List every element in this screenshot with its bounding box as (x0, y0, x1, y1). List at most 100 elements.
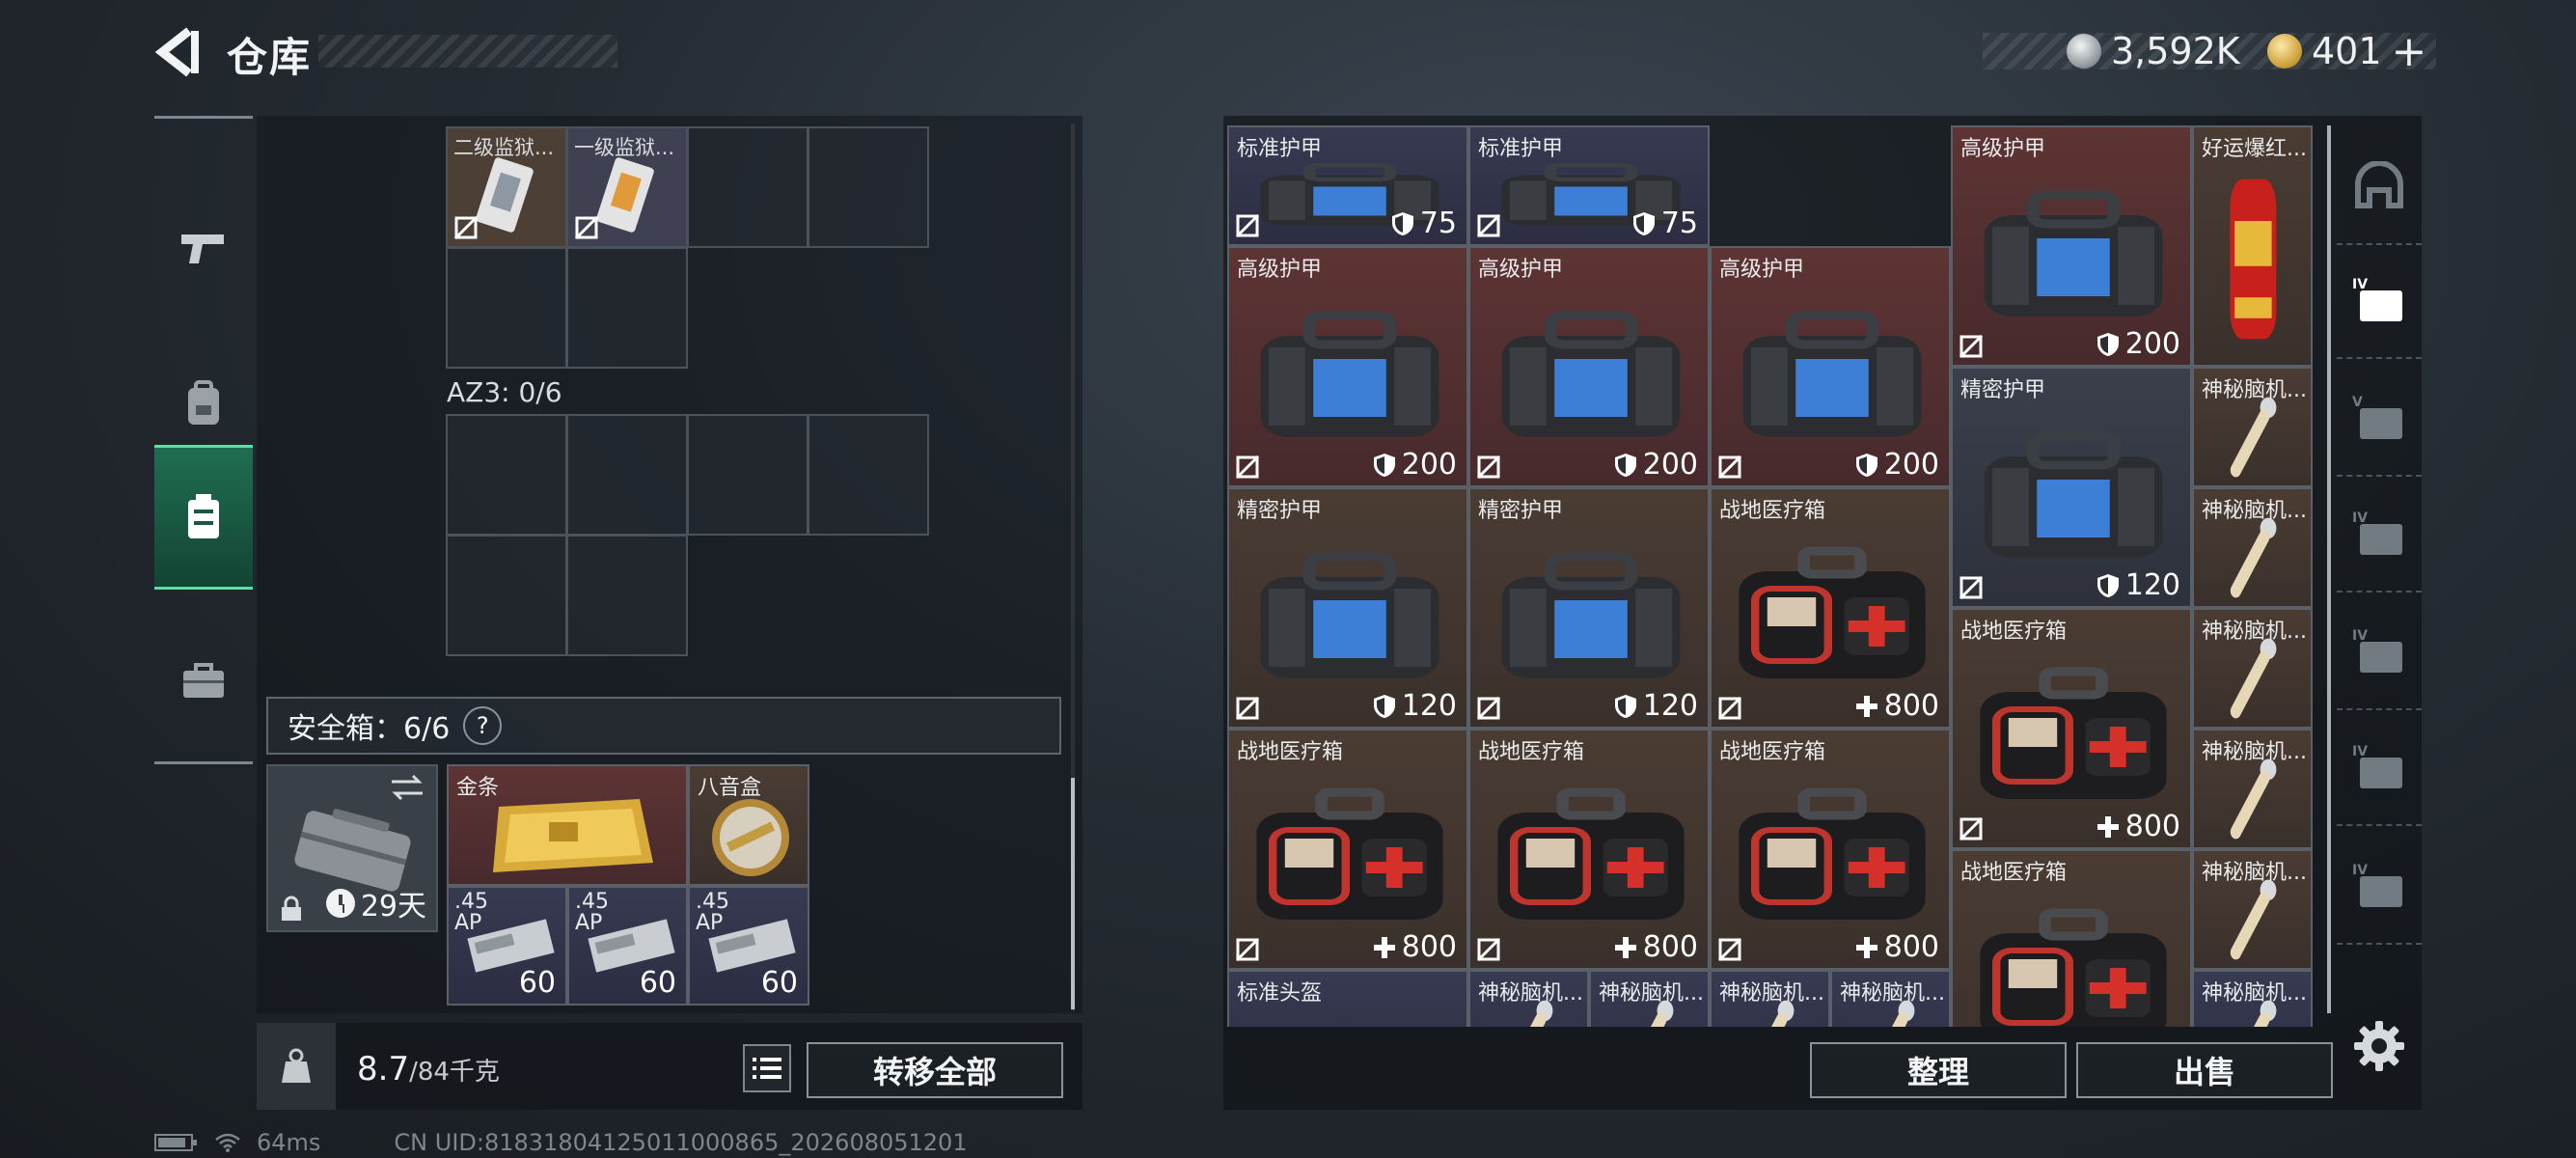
item-stat-value: 120 (2124, 568, 2180, 602)
grid-empty-slot[interactable] (808, 414, 929, 536)
safebox-item-music-box[interactable]: 八音盒 (688, 764, 809, 886)
stash-item-medkit[interactable]: 战地医疗箱 800 (1710, 487, 1951, 729)
stash-scrollbar-thumb[interactable] (2327, 125, 2331, 1013)
stash-item-chip[interactable]: 神秘脑机... (1830, 970, 1951, 1027)
ammo-count: 60 (518, 966, 556, 1000)
grid-item-slot[interactable]: 一级监狱... (566, 126, 688, 248)
stash-item-armor[interactable]: 高级护甲 200 (1227, 246, 1468, 487)
rail-item-case[interactable] (154, 609, 253, 754)
status-bar: 64ms CN UID:8183180412501100086​5_202608… (154, 1129, 968, 1156)
keycard-icon (476, 157, 534, 233)
item-stat-value: 200 (1883, 448, 1939, 482)
safebox-item-ammo[interactable]: .45 AP 60 (447, 886, 567, 1006)
filter-folder-filter[interactable]: IV (2337, 712, 2422, 826)
weight-icon-box (257, 1023, 336, 1110)
item-label: 高级护甲 (1237, 258, 1323, 282)
filter-container-filter[interactable]: IV (2337, 831, 2422, 945)
stash-item-medkit[interactable]: 战地医疗箱 800 (1710, 729, 1951, 970)
transfer-all-button[interactable]: 转移全部 (807, 1042, 1063, 1098)
item-stat-value: 800 (1401, 930, 1457, 964)
gold-bar-icon (493, 799, 653, 872)
stash-item-firecracker[interactable]: 好运爆红... (2192, 125, 2313, 367)
item-label: 精密护甲 (1478, 499, 1564, 523)
swap-icon[interactable] (390, 774, 425, 801)
grid-empty-slot[interactable] (566, 535, 688, 656)
grid-empty-slot[interactable] (687, 126, 808, 248)
stash-item-chip[interactable]: 神秘脑机... (1710, 970, 1830, 1027)
sort-button[interactable]: 整理 (1810, 1042, 2067, 1098)
stash-item-medkit[interactable]: 战地医疗箱 800 (1468, 729, 1710, 970)
item-label: 神秘脑机... (2202, 861, 2307, 885)
item-stat-value: 75 (1419, 207, 1457, 240)
stash-item-medkit[interactable]: 战地医疗箱 800 (1227, 729, 1468, 970)
help-icon[interactable]: ? (463, 706, 503, 745)
grid-item-slot[interactable]: 二级监狱... (446, 126, 567, 248)
stash-item-chip[interactable]: 神秘脑机... (2192, 729, 2313, 849)
helmet-filter-icon (2355, 161, 2403, 208)
silver-currency[interactable]: 3,592K (2067, 27, 2240, 75)
stash-item-medkit[interactable]: 战地医疗箱 (1951, 849, 2192, 1027)
safebox-item-gold-bar[interactable]: 金条 (447, 764, 688, 886)
stash-item-chip[interactable]: 神秘脑机... (2192, 970, 2313, 1027)
case-days-value: 29天 (360, 890, 426, 924)
filter-tier-label: IV (2352, 863, 2368, 878)
grid-empty-slot[interactable] (446, 247, 567, 369)
stash-item-chip[interactable]: 神秘脑机... (2192, 367, 2313, 487)
grid-empty-slot[interactable] (687, 414, 808, 536)
filter-vehicle-filter[interactable]: IV (2337, 479, 2422, 593)
safebox-item-ammo[interactable]: .45 AP 60 (567, 886, 688, 1006)
silver-coin-icon (2067, 34, 2101, 69)
list-view-button[interactable] (743, 1044, 791, 1092)
stash-item-chip[interactable]: 神秘脑机... (2192, 608, 2313, 729)
safebox-item-ammo[interactable]: .45 AP 60 (688, 886, 809, 1006)
stash-item-chip[interactable]: 神秘脑机... (2192, 849, 2313, 970)
shield-icon (1632, 211, 1655, 235)
stash-item-helmet[interactable]: 标准头盔 (1227, 970, 1468, 1027)
grid-empty-slot[interactable] (446, 414, 567, 536)
item-stat: 800 (1614, 930, 1698, 964)
briefcase-icon (183, 663, 224, 698)
no-drop-icon (1235, 455, 1260, 480)
grid-empty-slot[interactable] (566, 414, 688, 536)
filter-camera-filter[interactable]: V (2337, 363, 2422, 477)
lock-icon (282, 896, 301, 921)
stash-item-armor[interactable]: 标准护甲 75 (1227, 125, 1468, 246)
brain-chip-icon (2230, 397, 2277, 478)
ammo-count: 60 (760, 966, 798, 1000)
stash-item-armor[interactable]: 精密护甲 120 (1468, 487, 1710, 729)
stash-item-armor[interactable]: 精密护甲 120 (1951, 367, 2192, 608)
item-label: 精密护甲 (1237, 499, 1323, 523)
grid-empty-slot[interactable] (566, 247, 688, 369)
container-scrollbar-thumb[interactable] (1071, 778, 1075, 1009)
grid-empty-slot[interactable] (808, 126, 929, 248)
stash-item-chip[interactable]: 神秘脑机... (2192, 487, 2313, 608)
settings-button[interactable] (2352, 1019, 2406, 1073)
filter-helmet-filter[interactable] (2337, 131, 2422, 245)
plus-icon[interactable]: + (2392, 27, 2427, 76)
filter-medkit-filter[interactable]: IV (2337, 245, 2422, 359)
grid-empty-slot[interactable] (446, 535, 567, 656)
stash-item-chip[interactable]: 神秘脑机... (1468, 970, 1589, 1027)
rail-item-weapons[interactable] (154, 177, 253, 321)
sell-button[interactable]: 出售 (2076, 1042, 2333, 1098)
shield-icon (1391, 211, 1413, 235)
stash-item-armor[interactable]: 高级护甲 200 (1468, 246, 1710, 487)
ammo-count: 60 (639, 966, 676, 1000)
armor-icon (1260, 311, 1439, 437)
stash-item-chip[interactable]: 神秘脑机... (1589, 970, 1710, 1027)
no-drop-icon (1235, 696, 1260, 721)
stash-item-armor[interactable]: 精密护甲 120 (1227, 487, 1468, 729)
stash-item-medkit[interactable]: 战地医疗箱 800 (1951, 608, 2192, 849)
stash-item-armor[interactable]: 标准护甲 75 (1468, 125, 1710, 246)
no-drop-icon (1235, 937, 1260, 962)
stash-item-armor[interactable]: 高级护甲 200 (1951, 125, 2192, 367)
filter-tier-label: IV (2352, 277, 2368, 292)
safebox-case[interactable]: 29天 (266, 764, 438, 932)
back-button[interactable] (154, 27, 203, 77)
gold-currency[interactable]: 401 + (2267, 27, 2427, 76)
filter-medkit-filter[interactable]: IV (2337, 596, 2422, 710)
stash-item-armor[interactable]: 高级护甲 200 (1710, 246, 1951, 487)
no-drop-icon (1959, 575, 1984, 600)
rail-item-vest[interactable] (154, 445, 253, 590)
item-stat: 200 (1855, 448, 1939, 482)
